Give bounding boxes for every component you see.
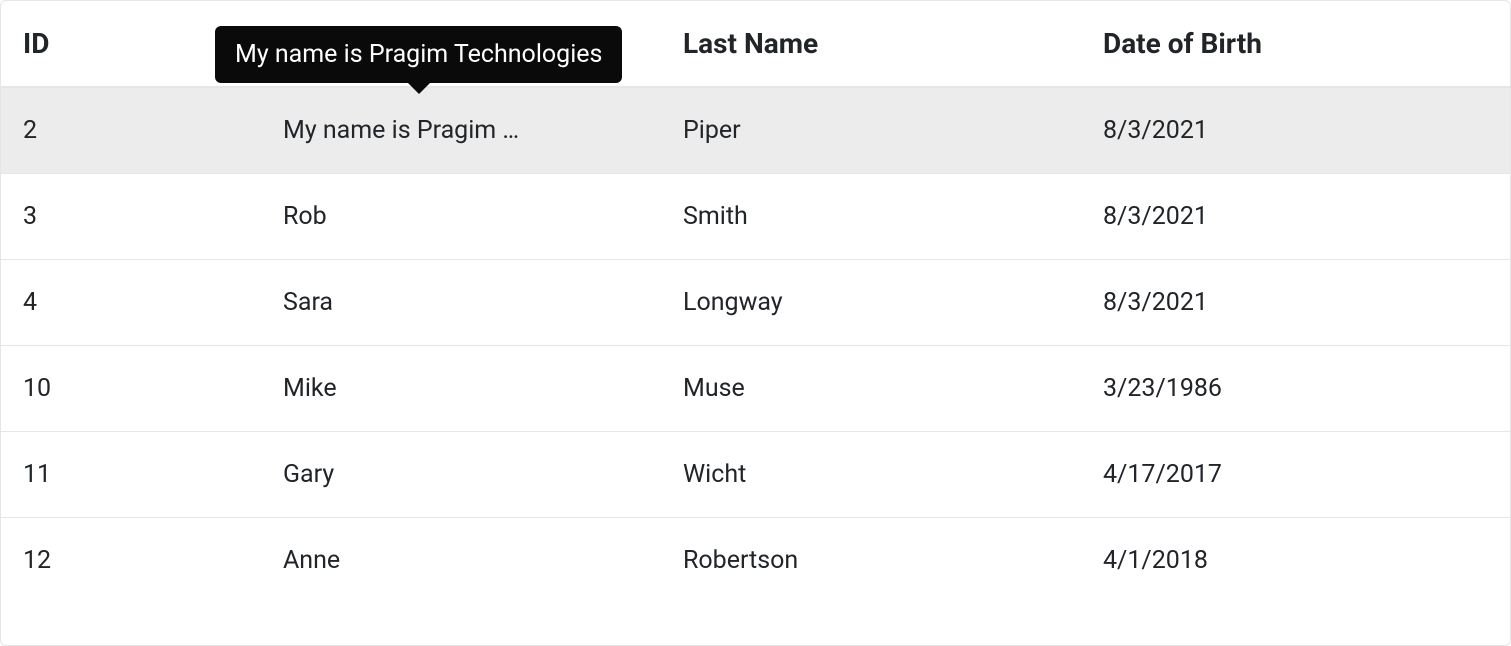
cell-last: Muse	[661, 346, 1081, 432]
cell-first: Gary	[261, 432, 661, 518]
cell-last: Longway	[661, 260, 1081, 346]
column-header-last[interactable]: Last Name	[661, 1, 1081, 87]
cell-id: 11	[1, 432, 261, 518]
table-row[interactable]: 11 Gary Wicht 4/17/2017	[1, 432, 1510, 518]
cell-first: Sara	[261, 260, 661, 346]
table-row[interactable]: 12 Anne Robertson 4/1/2018	[1, 518, 1510, 604]
cell-dob: 3/23/1986	[1081, 346, 1510, 432]
column-header-dob[interactable]: Date of Birth	[1081, 1, 1510, 87]
cell-last: Piper	[661, 87, 1081, 174]
cell-first: My name is Pragim …	[261, 87, 661, 174]
cell-id: 4	[1, 260, 261, 346]
cell-first: Mike	[261, 346, 661, 432]
cell-dob: 8/3/2021	[1081, 260, 1510, 346]
data-table: ID First Name Last Name Date of Birth 2 …	[1, 1, 1510, 603]
table-row[interactable]: 10 Mike Muse 3/23/1986	[1, 346, 1510, 432]
data-table-container: My name is Pragim Technologies ID First …	[0, 0, 1511, 646]
cell-dob: 8/3/2021	[1081, 174, 1510, 260]
cell-id: 10	[1, 346, 261, 432]
table-row[interactable]: 4 Sara Longway 8/3/2021	[1, 260, 1510, 346]
cell-last: Wicht	[661, 432, 1081, 518]
cell-dob: 4/17/2017	[1081, 432, 1510, 518]
cell-dob: 8/3/2021	[1081, 87, 1510, 174]
cell-last: Smith	[661, 174, 1081, 260]
cell-first: Rob	[261, 174, 661, 260]
cell-last: Robertson	[661, 518, 1081, 604]
cell-dob: 4/1/2018	[1081, 518, 1510, 604]
cell-first: Anne	[261, 518, 661, 604]
table-row[interactable]: 2 My name is Pragim … Piper 8/3/2021	[1, 87, 1510, 174]
cell-id: 12	[1, 518, 261, 604]
cell-tooltip: My name is Pragim Technologies	[215, 26, 622, 83]
tooltip-text: My name is Pragim Technologies	[235, 40, 602, 69]
cell-id: 3	[1, 174, 261, 260]
cell-id: 2	[1, 87, 261, 174]
table-row[interactable]: 3 Rob Smith 8/3/2021	[1, 174, 1510, 260]
